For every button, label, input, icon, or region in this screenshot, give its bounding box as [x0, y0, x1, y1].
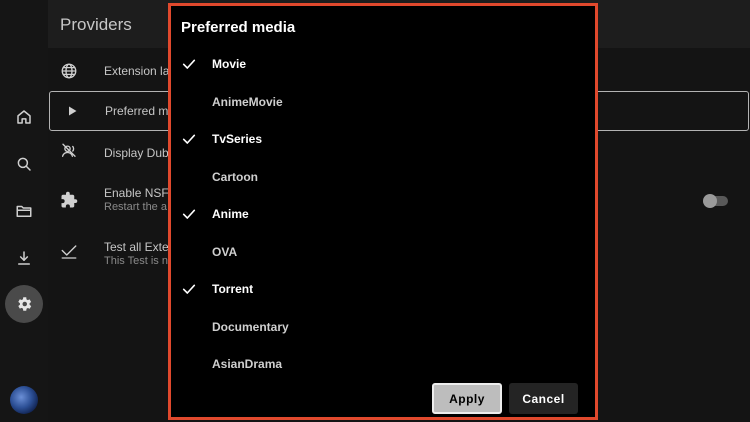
settings-icon: [18, 297, 32, 311]
home-button[interactable]: [4, 97, 44, 137]
voice-off-icon: [61, 143, 76, 157]
option-label: Torrent: [212, 282, 254, 296]
folder-icon: [16, 205, 32, 217]
play-icon: [69, 106, 77, 116]
check-icon: [182, 209, 196, 219]
option-documentary[interactable]: Documentary: [171, 309, 595, 347]
library-button[interactable]: [4, 191, 44, 231]
option-label: AnimeMovie: [212, 94, 283, 109]
home-icon: [17, 110, 31, 124]
cancel-button[interactable]: Cancel: [509, 383, 578, 414]
option-label: Anime: [212, 207, 249, 221]
preferred-media-dialog: Preferred media Movie AnimeMovie TvSerie…: [168, 3, 598, 420]
check-down-icon: [61, 245, 77, 259]
toggle-knob: [703, 194, 717, 208]
option-tvseries[interactable]: TvSeries: [171, 121, 595, 159]
nav-rail: [0, 0, 48, 422]
option-asiandrama[interactable]: AsianDrama: [171, 346, 595, 384]
settings-button[interactable]: [5, 285, 43, 323]
search-icon: [17, 157, 31, 171]
option-animemovie[interactable]: AnimeMovie: [171, 84, 595, 122]
extension-puzzle-icon: [61, 191, 78, 208]
option-anime[interactable]: Anime: [171, 196, 595, 234]
nsfw-toggle[interactable]: [703, 194, 728, 208]
option-label: Documentary: [212, 319, 289, 334]
check-icon: [182, 134, 196, 144]
apply-button[interactable]: Apply: [432, 383, 502, 414]
setting-subtitle: This Test is n: [104, 255, 168, 267]
option-torrent[interactable]: Torrent: [171, 271, 595, 309]
check-icon: [182, 284, 196, 294]
avatar[interactable]: [10, 386, 38, 414]
option-label: OVA: [212, 244, 238, 259]
option-cartoon[interactable]: Cartoon: [171, 159, 595, 197]
downloads-button[interactable]: [4, 238, 44, 278]
option-ova[interactable]: OVA: [171, 234, 595, 272]
option-label: TvSeries: [212, 132, 263, 146]
option-label: Movie: [212, 57, 247, 71]
setting-subtitle: Restart the a: [104, 201, 167, 213]
setting-title: Preferred m: [105, 104, 169, 118]
setting-title: Test all Exte: [104, 240, 169, 254]
check-icon: [182, 59, 196, 69]
option-movie[interactable]: Movie: [171, 46, 595, 84]
option-label: AsianDrama: [212, 357, 283, 371]
setting-title: Extension la: [104, 64, 170, 78]
search-button[interactable]: [4, 144, 44, 184]
dialog-title: Preferred media: [181, 19, 296, 36]
download-icon: [18, 251, 30, 265]
option-label: Cartoon: [212, 169, 258, 184]
page-title: Providers: [60, 15, 132, 34]
setting-title: Enable NSF: [104, 186, 169, 200]
setting-title: Display Dub: [104, 146, 169, 160]
globe-icon: [61, 63, 77, 79]
